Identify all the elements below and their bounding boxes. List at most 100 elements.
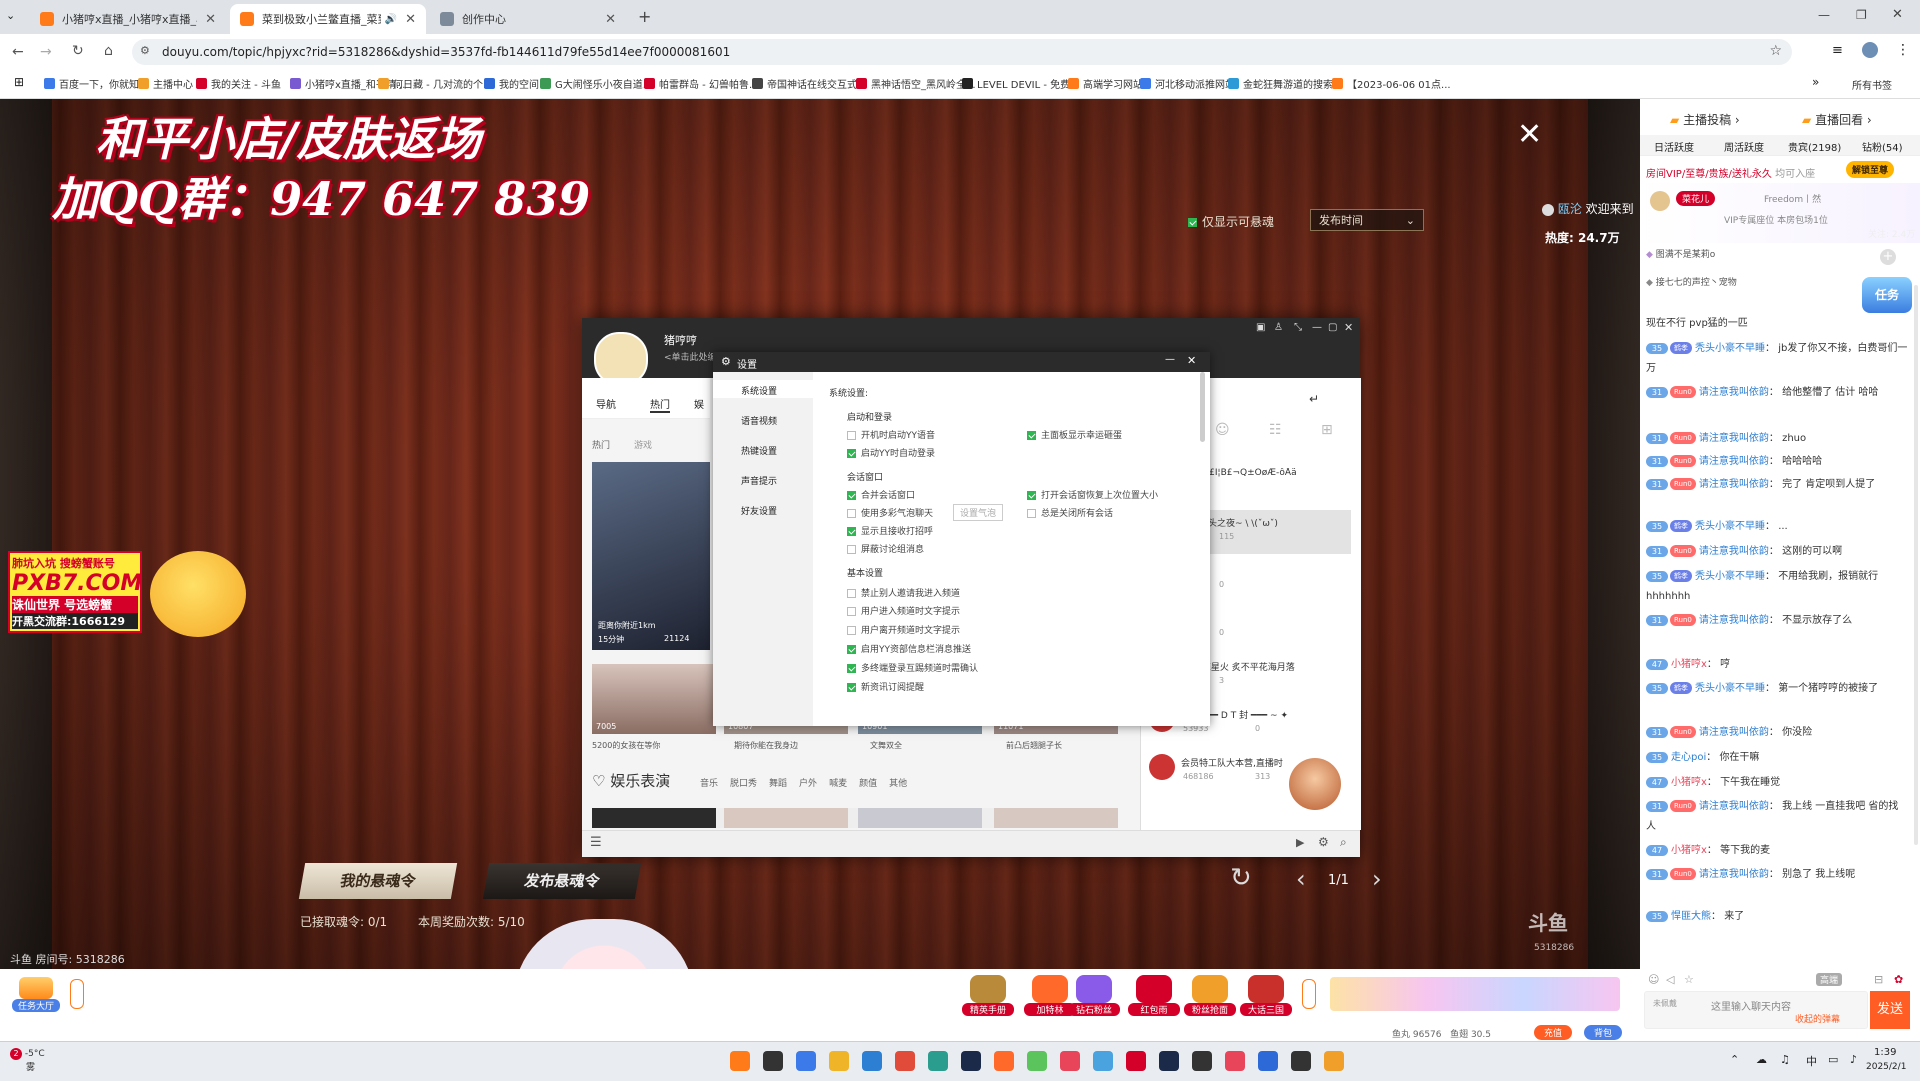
menu-icon[interactable]: ⋮ (1896, 42, 1910, 58)
ime-indicator[interactable]: 中 (1806, 1053, 1817, 1069)
opt-b3[interactable]: 用户离开频道时文字提示 (847, 623, 960, 636)
anchor-submit-link[interactable]: ▰ 主播投稿 › (1670, 111, 1740, 128)
yy-search-icon[interactable]: ⌕ (1340, 835, 1347, 850)
chat-message[interactable]: 31 Run0 请注意我叫依韵： 别急了 我上线呢 (1646, 865, 1908, 885)
chat-nickname[interactable]: 秃头小豪不早睡 (1695, 683, 1765, 694)
taskbar-app-icon[interactable] (1192, 1051, 1212, 1071)
clock-date[interactable]: 2025/2/1 (1866, 1062, 1906, 1072)
close-icon[interactable]: ✕ (405, 12, 416, 27)
window-close-button[interactable]: ✕ (1892, 7, 1903, 22)
streamer-portrait-avatar[interactable] (1289, 758, 1341, 810)
minimize-button[interactable]: — (1818, 8, 1830, 22)
mic-icon[interactable]: ♫ (1780, 1053, 1790, 1066)
media-icon[interactable]: ≡ (1832, 43, 1843, 58)
bookmark-item[interactable]: 河北移动派推网站 (1140, 76, 1235, 91)
gift-item[interactable]: 钻石粉丝 (1068, 975, 1120, 1021)
refresh-icon[interactable]: ↻ (1230, 863, 1252, 893)
yy-subnav-game[interactable]: 游戏 (634, 438, 652, 451)
bubble-settings-button[interactable]: 设置气泡 (953, 504, 1004, 521)
tab-diamond[interactable]: 钻粉(54) (1862, 139, 1903, 154)
ent-tab[interactable]: 颜值 (859, 779, 877, 789)
yy-close-icon[interactable]: ✕ (1344, 321, 1353, 334)
bookmark-item[interactable]: 我的关注 - 斗鱼 (196, 76, 281, 91)
backpack-button[interactable]: 背包 (1584, 1025, 1623, 1040)
ent-tab[interactable]: 舞蹈 (769, 779, 787, 789)
chat-nickname[interactable]: 请注意我叫依韵 (1699, 479, 1769, 490)
opt-b1[interactable]: 禁止别人邀请我进入频道 (847, 586, 960, 599)
ent-tab[interactable]: 喊麦 (829, 779, 847, 789)
yy-menu-icon[interactable]: ☰ (590, 835, 602, 850)
room-badge[interactable]: 高端 (1816, 973, 1843, 986)
bookmark-item[interactable]: 高端学习网站 (1068, 76, 1143, 91)
yy-video-icon[interactable]: ▶ (1296, 836, 1304, 849)
settings-dialog[interactable]: ⚙ 设置 — ✕ 系统设置 语音视频 热键设置 声音提示 好友设置 系统设置: … (713, 352, 1210, 726)
close-overlay-icon[interactable]: ✕ (1517, 117, 1542, 152)
taskbar-app-icon[interactable] (1258, 1051, 1278, 1071)
prev-page-icon[interactable]: ‹ (1296, 865, 1306, 893)
volume-icon[interactable]: ♪ (1850, 1053, 1857, 1066)
chat-message[interactable]: 31 Run0 请注意我叫依韵： zhuo (1646, 429, 1908, 449)
chat-message[interactable]: 35 鹤孝 秃头小豪不早睡： ... (1646, 517, 1908, 537)
ent-tab[interactable]: 音乐 (700, 779, 718, 789)
ent-tab[interactable]: 其他 (889, 779, 907, 789)
menu-system[interactable]: 系统设置 (741, 384, 777, 397)
taskbar-app-icon[interactable] (1291, 1051, 1311, 1071)
opt-b4[interactable]: 启用YY资部信息栏消息推送 (847, 642, 971, 655)
tab-vip[interactable]: 贵宾(2198) (1788, 139, 1841, 154)
more-bookmarks-icon[interactable]: » (1812, 75, 1819, 89)
yy-ent-thumbs[interactable] (592, 808, 1118, 828)
chat-scrollbar[interactable] (1914, 285, 1918, 845)
task-center-icon[interactable]: 任务 (1862, 277, 1912, 313)
yy-window[interactable]: 猪哼哼 <单击此处编 ▣ ♙ ⤡ — ▢ ✕ 导航 热门 娱 热门 游戏 距离你… (582, 318, 1361, 857)
add-icon[interactable]: + (1880, 249, 1896, 265)
gift-item[interactable]: 大话三国 (1240, 975, 1292, 1021)
yy-nav-ent[interactable]: 娱 (694, 396, 704, 411)
tab-weekly[interactable]: 周活跃度 (1724, 139, 1764, 154)
yy-card-0[interactable]: 7005 (592, 664, 716, 734)
opt-restore[interactable]: 打开会话窗恢复上次位置大小 (1027, 488, 1158, 501)
chat-nickname[interactable]: 小猪哼x (1671, 845, 1707, 856)
gift-item[interactable]: 粉丝抢面 (1184, 975, 1236, 1021)
menu-sound[interactable]: 声音提示 (741, 474, 777, 487)
display-icon[interactable]: ▭ (1828, 1053, 1838, 1066)
opt-greet[interactable]: 显示且接收打招呼 (847, 524, 933, 537)
chat-nickname[interactable]: 走心poi (1671, 752, 1706, 763)
chat-message[interactable]: 31 Run0 请注意我叫依韵： 哈哈哈哈 (1646, 452, 1908, 472)
speaker-icon[interactable]: 🔊 (385, 14, 397, 25)
taskbar-app-icon[interactable] (994, 1051, 1014, 1071)
taskbar-app-icon[interactable] (1159, 1051, 1179, 1071)
taskbar-app-icon[interactable] (961, 1051, 981, 1071)
bookmark-item[interactable]: 何日藏 - 几对流的个... (378, 76, 493, 91)
ent-tab[interactable]: 脱口秀 (730, 779, 757, 789)
unlock-supreme-button[interactable]: 解锁至尊 (1846, 161, 1895, 178)
chat-nickname[interactable]: 悍匪大熊 (1671, 911, 1711, 922)
gift-item[interactable]: 精英手册 (962, 975, 1014, 1021)
bookmark-item[interactable]: G大闹怪乐小夜自道... (540, 76, 652, 91)
yy-skin-icon[interactable]: ▣ (1256, 322, 1265, 333)
url-text[interactable]: douyu.com/topic/hpjyxc?rid=5318286&dyshi… (162, 45, 730, 59)
taskbar-app-icon[interactable] (1324, 1051, 1344, 1071)
opt-b2[interactable]: 用户进入频道时文字提示 (847, 604, 960, 617)
chat-message[interactable]: 35 鹤孝 秃头小豪不早睡： jb发了你又不接，白费哥们一万 (1646, 339, 1908, 379)
yy-maximize-icon[interactable]: ▢ (1328, 322, 1337, 333)
star-badge-icon[interactable]: ☆ (1684, 973, 1694, 986)
all-bookmarks-folder[interactable]: 所有书签 (1852, 77, 1892, 92)
chat-nickname[interactable]: 请注意我叫依韵 (1699, 387, 1769, 398)
chat-message[interactable]: 31 Run0 请注意我叫依韵： 完了 肯定呗到人提了 (1646, 475, 1908, 495)
yy-subnav-hot[interactable]: 热门 (592, 438, 610, 451)
chat-message[interactable]: 35 鹤孝 秃头小豪不早睡： 不用给我刷，报销就行hhhhhhh (1646, 567, 1908, 607)
bookmark-item[interactable]: 帝国神话在线交互式... (752, 76, 867, 91)
chat-message[interactable]: 35 走心poi： 你在干嘛 (1646, 748, 1908, 768)
only-ghost-filter[interactable]: 仅显示可悬魂 (1188, 213, 1274, 230)
chat-nickname[interactable]: 请注意我叫依韵 (1699, 433, 1769, 444)
chat-message[interactable]: 31 Run0 请注意我叫依韵： 不显示放存了么 (1646, 611, 1908, 631)
network-icon[interactable]: ☁ (1756, 1053, 1767, 1066)
bookmark-item[interactable]: 百度一下，你就知道 (44, 76, 149, 91)
task-hall[interactable]: 任务大厅 (12, 977, 60, 1017)
yy-collapse-icon[interactable]: ⤡ (1294, 322, 1302, 333)
bookmark-item[interactable]: 金蛇狂舞游道的搜索... (1228, 76, 1343, 91)
yy-live-thumbnail[interactable]: 距离你附近1km 15分钟 21124 (592, 462, 710, 650)
new-tab-button[interactable]: + (638, 7, 651, 26)
taskbar-app-icon[interactable] (1126, 1051, 1146, 1071)
filter-icon[interactable]: ⊟ (1874, 973, 1883, 986)
